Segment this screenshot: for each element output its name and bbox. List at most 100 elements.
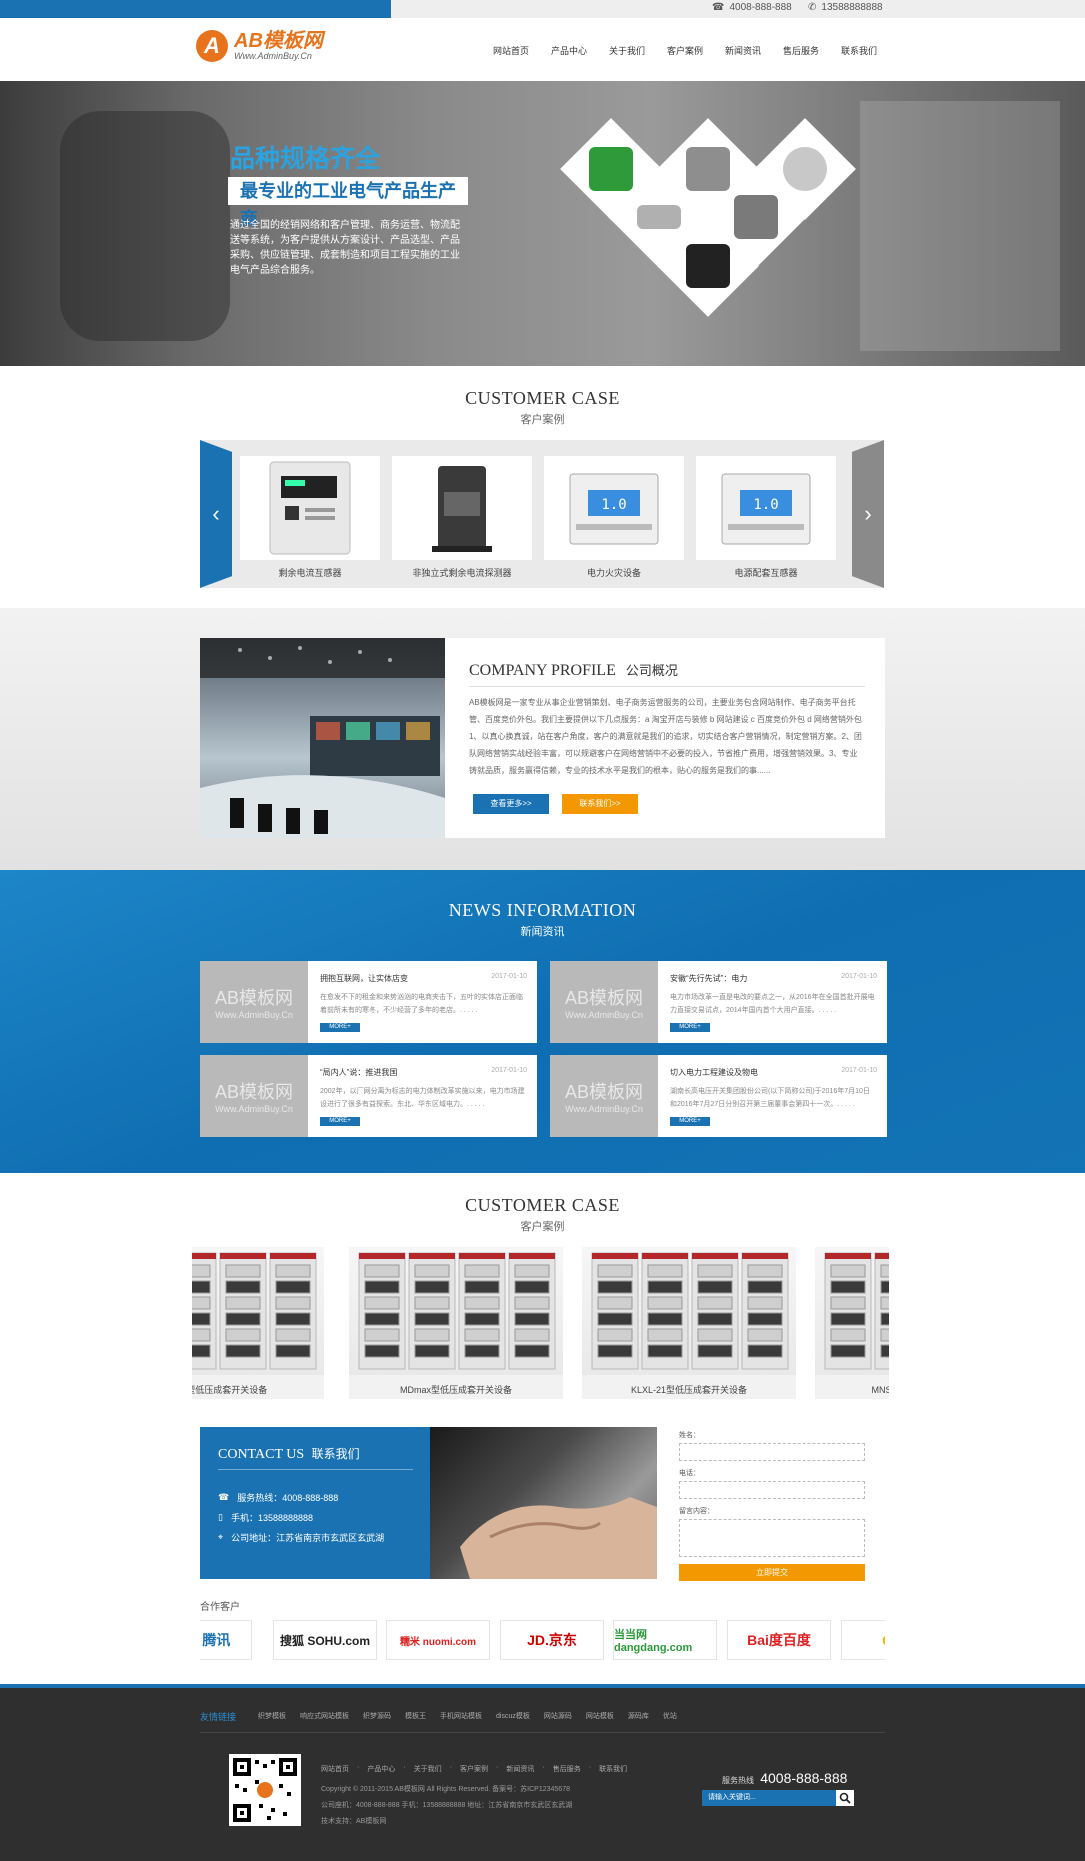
news-more-button[interactable]: MORE+ xyxy=(320,1117,360,1126)
nav-about[interactable]: 关于我们 xyxy=(598,44,656,57)
news-thumbnail-title: AB模板网 xyxy=(564,988,643,1008)
case-card-caption: 非独立式剩余电流探测器 xyxy=(412,568,512,578)
news-item[interactable]: AB模板网 Www.AdminBuy.Cn “局内人”说：推进我国 2017-0… xyxy=(200,1055,537,1137)
friend-link[interactable]: 网站源码 xyxy=(544,1711,572,1721)
customer-case-2-title-en: CUSTOMER CASE xyxy=(465,1195,620,1215)
footer-nav-sep: · xyxy=(357,1764,360,1771)
contact-us-button[interactable]: 联系我们>> xyxy=(562,794,638,814)
partner-logo-nuomi[interactable]: 糯米 nuomi.com xyxy=(386,1620,490,1660)
search-button[interactable] xyxy=(836,1790,854,1806)
footer-search-input[interactable]: 请输入关键词... xyxy=(702,1790,854,1806)
friend-link[interactable]: 响应式网站模板 xyxy=(300,1711,349,1721)
footer-nav-products[interactable]: 产品中心 xyxy=(367,1764,395,1774)
footer-hotline-number: 4008-888-888 xyxy=(760,1770,848,1786)
footer-hotline-label: 服务热线 xyxy=(722,1776,754,1785)
case-card-image: 1.0 xyxy=(696,456,836,560)
nav-service[interactable]: 售后服务 xyxy=(772,44,830,57)
news-item[interactable]: AB模板网 Www.AdminBuy.Cn 安徽“先行先试”：电力 2017-0… xyxy=(550,961,887,1043)
case-card[interactable]: 1.0 电力火灾设备 xyxy=(544,456,684,578)
hero-banner[interactable]: 品种规格齐全 最专业的工业电气产品生产商 通过全国的经销网络和客户管理、商务运营… xyxy=(0,81,1085,366)
news-more-button[interactable]: MORE+ xyxy=(670,1117,710,1126)
phone-icon: ☎ xyxy=(712,2,725,13)
friend-link[interactable]: 织梦源码 xyxy=(363,1711,391,1721)
company-profile-text: AB模板网是一家专业从事企业营销策划、电子商务运营服务的公司，主要业务包含网站制… xyxy=(469,698,862,775)
case2-card[interactable]: KLXL-21型低压成套开关设备 xyxy=(582,1247,796,1399)
news-title[interactable]: 拥抱互联网，让实体店变 xyxy=(320,973,408,984)
footer-nav-news[interactable]: 新闻资讯 xyxy=(506,1764,534,1774)
news-thumbnail: AB模板网 Www.AdminBuy.Cn xyxy=(550,961,658,1043)
news-title[interactable]: “局内人”说：推进我国 xyxy=(320,1067,397,1078)
logo-url: Www.AdminBuy.Cn xyxy=(234,51,312,61)
mobile-icon: ▯ xyxy=(218,1512,223,1522)
site-logo[interactable]: A AB模板网 Www.AdminBuy.Cn xyxy=(196,30,323,62)
location-pin-icon: ⌖ xyxy=(218,1532,224,1542)
news-title[interactable]: 安徽“先行先试”：电力 xyxy=(670,973,747,984)
top-phone-2: ✆ 13588888888 xyxy=(808,2,883,13)
search-icon xyxy=(839,1792,851,1804)
svg-text:1.0: 1.0 xyxy=(601,497,626,513)
news-thumbnail: AB模板网 Www.AdminBuy.Cn xyxy=(200,1055,308,1137)
main-nav: 网站首页 产品中心 关于我们 客户案例 新闻资讯 售后服务 联系我们 xyxy=(482,44,888,57)
nav-contact[interactable]: 联系我们 xyxy=(830,44,888,57)
partner-logo-jd[interactable]: JD.京东 xyxy=(500,1620,604,1660)
mobile-icon: ✆ xyxy=(808,2,817,13)
news-title[interactable]: 切入电力工程建设及物电 xyxy=(670,1067,758,1078)
news-title-cn: 新闻资讯 xyxy=(520,926,565,938)
switchgear-image xyxy=(815,1247,889,1375)
partner-logo-baidu[interactable]: Bai度百度 xyxy=(727,1620,831,1660)
case2-card-caption: GCS型低压成套开关设备 xyxy=(192,1385,268,1395)
friend-link[interactable]: 模板王 xyxy=(405,1711,426,1721)
nav-home[interactable]: 网站首页 xyxy=(482,44,540,57)
partner-logo-dangdang[interactable]: 当当网 dangdang.com xyxy=(613,1620,717,1660)
case-card-caption: 电源配套互感器 xyxy=(734,568,798,578)
nav-news[interactable]: 新闻资讯 xyxy=(714,44,772,57)
partner-logo-tencent[interactable]: cent 腾讯 xyxy=(200,1620,252,1660)
friend-link[interactable]: 网站模板 xyxy=(586,1711,614,1721)
company-profile-title: COMPANY PROFILE 公司概况 xyxy=(469,660,678,680)
company-profile-card: COMPANY PROFILE 公司概况 AB模板网是一家专业从事企业营销策划、… xyxy=(445,638,885,838)
name-input[interactable] xyxy=(679,1443,865,1461)
news-more-button[interactable]: MORE+ xyxy=(320,1023,360,1032)
view-more-button[interactable]: 查看更多>> xyxy=(473,794,549,814)
friend-link[interactable]: 源码库 xyxy=(628,1711,649,1721)
carousel-prev-button[interactable]: ‹ xyxy=(200,440,232,588)
company-profile-title-en: COMPANY PROFILE xyxy=(469,662,616,679)
friend-link[interactable]: 手机网站模板 xyxy=(440,1711,482,1721)
news-item[interactable]: AB模板网 Www.AdminBuy.Cn 拥抱互联网，让实体店变 2017-0… xyxy=(200,961,537,1043)
case2-card[interactable]: MNS型低压成套开关设备 xyxy=(815,1247,889,1399)
friend-link[interactable]: 优站 xyxy=(663,1711,677,1721)
footer-nav-about[interactable]: 关于我们 xyxy=(414,1764,442,1774)
footer-nav-service[interactable]: 售后服务 xyxy=(553,1764,581,1774)
news-date: 2017-01-10 xyxy=(491,1067,527,1074)
case-card-image: 1.0 xyxy=(544,456,684,560)
partner-logo-qq[interactable]: QQ xyxy=(841,1620,885,1660)
footer-nav-home[interactable]: 网站首页 xyxy=(321,1764,349,1774)
footer-nav-contact[interactable]: 联系我们 xyxy=(599,1764,627,1774)
nav-cases[interactable]: 客户案例 xyxy=(656,44,714,57)
case-card[interactable]: 剩余电流互感器 xyxy=(240,456,380,578)
friend-link[interactable]: discuz模板 xyxy=(496,1711,530,1721)
footer-nav-cases[interactable]: 客户案例 xyxy=(460,1764,488,1774)
case-card-caption: 电力火灾设备 xyxy=(586,568,641,578)
submit-button[interactable]: 立即提交 xyxy=(679,1564,865,1581)
handshake-image xyxy=(430,1427,657,1579)
phone-input[interactable] xyxy=(679,1481,865,1499)
news-thumbnail-sub: Www.AdminBuy.Cn xyxy=(565,1010,643,1020)
news-thumbnail: AB模板网 Www.AdminBuy.Cn xyxy=(200,961,308,1043)
news-thumbnail-title: AB模板网 xyxy=(564,1082,643,1102)
message-label: 留言内容： xyxy=(679,1508,714,1515)
news-item[interactable]: AB模板网 Www.AdminBuy.Cn 切入电力工程建设及物电 2017-0… xyxy=(550,1055,887,1137)
logo-icon: A xyxy=(196,30,228,62)
partner-logo-sohu[interactable]: 搜狐 SOHU.com xyxy=(273,1620,377,1660)
message-textarea[interactable] xyxy=(679,1519,865,1557)
carousel-next-button[interactable]: › xyxy=(852,440,884,588)
nav-products[interactable]: 产品中心 xyxy=(540,44,598,57)
case2-card[interactable]: GCS型低压成套开关设备 xyxy=(192,1247,324,1399)
friend-link[interactable]: 织梦模板 xyxy=(258,1711,286,1721)
news-more-button[interactable]: MORE+ xyxy=(670,1023,710,1032)
case-card[interactable]: 1.0 电源配套互感器 xyxy=(696,456,836,578)
footer-divider xyxy=(200,1732,885,1733)
footer-nav-sep: · xyxy=(542,1764,545,1771)
case2-card[interactable]: MDmax型低压成套开关设备 xyxy=(349,1247,563,1399)
case-card[interactable]: 非独立式剩余电流探测器 xyxy=(392,456,532,578)
